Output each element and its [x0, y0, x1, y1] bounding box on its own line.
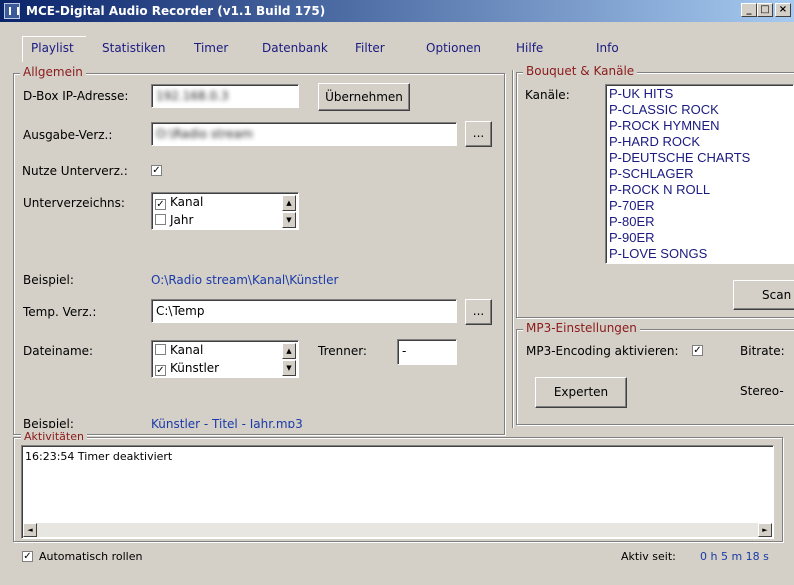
channel-item[interactable]: P-DEUTSCHE CHARTS [609, 150, 750, 165]
separator-value: - [402, 344, 407, 358]
channel-item[interactable]: P-UK HITS [609, 86, 673, 101]
subdir-up-icon[interactable]: ▲ [282, 195, 296, 211]
auto-scroll-label: Automatisch rollen [39, 550, 143, 563]
dbox-ip-label: D-Box IP-Adresse: [23, 89, 129, 103]
subdir-item-jahr[interactable]: Jahr [155, 213, 193, 227]
subdir-kanal-checkbox[interactable]: ✓ [155, 199, 166, 210]
active-since-value: 0 h 5 m 18 s [700, 550, 769, 563]
temp-dir-label: Temp. Verz.: [23, 305, 97, 319]
use-subdirs-checkbox[interactable]: ✓ [151, 165, 162, 176]
tab-timer[interactable]: Timer [194, 41, 228, 55]
use-subdirs-label: Nutze Unterverz.: [22, 164, 128, 178]
example-label: Beispiel: [23, 273, 74, 287]
example2-row: Beispiel: Künstler - Titel - Jahr.mp3 [14, 415, 504, 428]
tab-playlist[interactable]: Playlist [31, 41, 74, 55]
output-dir-input[interactable]: O:\Radio stream [151, 122, 457, 146]
close-button[interactable]: × [775, 3, 791, 17]
tab-hilfe[interactable]: Hilfe [516, 41, 543, 55]
example-path: O:\Radio stream\Kanal\Künstler [151, 273, 339, 287]
example2-label: Beispiel: [23, 417, 74, 428]
mp3-encoding-checkbox[interactable]: ✓ [692, 345, 703, 356]
bitrate-label: Bitrate: [740, 344, 785, 358]
tab-optionen[interactable]: Optionen [426, 41, 481, 55]
activities-group-label: Aktivitäten [21, 430, 87, 443]
subdir-kanal-label: Kanal [170, 195, 204, 209]
channel-item[interactable]: P-ROCK HYMNEN [609, 118, 720, 133]
dbox-ip-input[interactable]: 192.168.0.3 [151, 84, 299, 108]
separator-input[interactable]: - [397, 339, 457, 365]
channel-item[interactable]: P-90ER [609, 230, 655, 245]
filename-kuenstler-label: Künstler [170, 361, 220, 375]
tab-filter[interactable]: Filter [355, 41, 385, 55]
subdir-down-icon[interactable]: ▼ [282, 212, 296, 228]
activity-log[interactable]: 16:23:54 Timer deaktiviert ◄ ► [21, 445, 774, 539]
mp3-encoding-label: MP3-Encoding aktivieren: [526, 344, 679, 358]
mp3-group-label: MP3-Einstellungen [523, 321, 640, 335]
filename-down-icon[interactable]: ▼ [282, 360, 296, 376]
channel-item[interactable]: P-70ER [609, 198, 655, 213]
subdir-jahr-checkbox[interactable] [155, 214, 166, 225]
horizontal-scrollbar[interactable]: ◄ ► [23, 523, 772, 537]
auto-scroll-checkbox[interactable]: ✓ [22, 551, 33, 562]
window-title: MCE-Digital Audio Recorder (v1.1 Build 1… [26, 4, 326, 18]
stereo-label: Stereo- [740, 384, 784, 398]
filename-kanal-label: Kanal [170, 343, 204, 357]
filename-item-kuenstler[interactable]: ✓ Künstler [155, 361, 219, 376]
scroll-right-icon[interactable]: ► [758, 523, 772, 537]
channel-item[interactable]: P-80ER [609, 214, 655, 229]
separator-label: Trenner: [318, 344, 367, 358]
channel-item[interactable]: P-SCHLAGER [609, 166, 694, 181]
filename-kanal-checkbox[interactable] [155, 344, 166, 355]
apply-button[interactable]: Übernehmen [318, 83, 410, 111]
example2-value: Künstler - Titel - Jahr.mp3 [151, 417, 303, 428]
tab-datenbank[interactable]: Datenbank [262, 41, 328, 55]
dbox-ip-value: 192.168.0.3 [156, 89, 229, 103]
subdirs-label: Unterverzeichns: [23, 196, 125, 210]
tab-info[interactable]: Info [596, 41, 619, 55]
channel-list[interactable]: P-UK HITS P-CLASSIC ROCK P-ROCK HYMNEN P… [605, 84, 794, 264]
minimize-button[interactable]: _ [741, 3, 757, 17]
channel-item[interactable]: P-LOVE SONGS [609, 246, 707, 261]
temp-dir-input[interactable]: C:\Temp [151, 299, 457, 323]
filename-kuenstler-checkbox[interactable]: ✓ [155, 365, 166, 376]
output-dir-value: O:\Radio stream [156, 127, 253, 141]
channel-item[interactable]: P-ROCK N ROLL [609, 182, 710, 197]
output-dir-label: Ausgabe-Verz.: [23, 128, 113, 142]
temp-dir-value: C:\Temp [156, 304, 205, 318]
channel-item[interactable]: P-HARD ROCK [609, 134, 700, 149]
maximize-button[interactable]: □ [757, 3, 773, 17]
activity-log-entry: 16:23:54 Timer deaktiviert [25, 450, 173, 463]
subdir-item-kanal[interactable]: ✓ Kanal [155, 195, 203, 210]
subdirs-checklist[interactable]: ✓ Kanal Jahr ▲ ▼ [151, 192, 299, 230]
filename-checklist[interactable]: Kanal ✓ Künstler ▲ ▼ [151, 340, 299, 378]
title-bar: MCE-Digital Audio Recorder (v1.1 Build 1… [0, 0, 794, 22]
scroll-left-icon[interactable]: ◄ [23, 523, 37, 537]
expert-button[interactable]: Experten [535, 377, 627, 408]
temp-browse-button[interactable]: ... [465, 299, 492, 325]
tab-statistiken[interactable]: Statistiken [102, 41, 166, 55]
scan-button[interactable]: Scan [733, 280, 794, 310]
filename-label: Dateiname: [23, 344, 94, 358]
app-icon [4, 3, 20, 19]
bouquet-group-label: Bouquet & Kanäle [523, 64, 638, 78]
filename-up-icon[interactable]: ▲ [282, 343, 296, 359]
channel-item[interactable]: P-CLASSIC ROCK [609, 102, 719, 117]
scan-button-clip: Scan [733, 280, 794, 310]
active-since-label: Aktiv seit: [621, 550, 676, 563]
output-browse-button[interactable]: ... [465, 121, 492, 147]
filename-item-kanal[interactable]: Kanal [155, 343, 203, 357]
allgemein-group-label: Allgemein [20, 65, 86, 79]
right-divider [512, 70, 514, 428]
subdir-jahr-label: Jahr [170, 213, 194, 227]
channels-label: Kanäle: [525, 88, 570, 102]
